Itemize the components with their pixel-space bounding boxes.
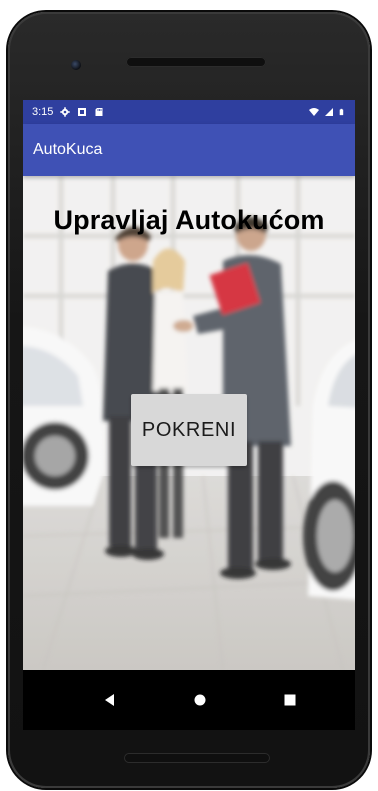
back-icon xyxy=(105,694,114,706)
start-button[interactable]: POKRENI xyxy=(131,394,247,466)
phone-device-frame: 3:15 AutoKuca Upravljaj Autokućom POKREN… xyxy=(8,12,370,788)
nav-home-button[interactable] xyxy=(188,688,212,712)
bottom-speaker xyxy=(124,753,270,763)
main-content: Upravljaj Autokućom POKRENI xyxy=(23,176,355,670)
gear-icon xyxy=(60,107,71,117)
nav-back-button[interactable] xyxy=(98,688,122,712)
recents-icon xyxy=(284,694,296,706)
media-icon xyxy=(78,108,87,116)
nav-recents-button[interactable] xyxy=(278,688,302,712)
wifi-icon xyxy=(309,108,319,116)
page-headline: Upravljaj Autokućom xyxy=(53,205,325,235)
app-title: AutoKuca xyxy=(33,141,103,158)
signal-icon xyxy=(325,108,333,116)
status-bar: 3:15 xyxy=(23,100,355,124)
status-left-group: 3:15 xyxy=(32,106,104,118)
phone-screen: 3:15 AutoKuca Upravljaj Autokućom POKREN… xyxy=(23,100,355,730)
app-toolbar: AutoKuca xyxy=(23,124,355,176)
front-camera xyxy=(71,60,81,70)
sd-card-icon xyxy=(95,108,103,116)
status-right-group xyxy=(309,107,346,117)
status-time: 3:15 xyxy=(32,106,54,118)
home-icon xyxy=(194,694,206,706)
earpiece-speaker xyxy=(126,57,266,67)
system-navigation-bar xyxy=(23,670,355,730)
battery-icon xyxy=(339,108,344,116)
